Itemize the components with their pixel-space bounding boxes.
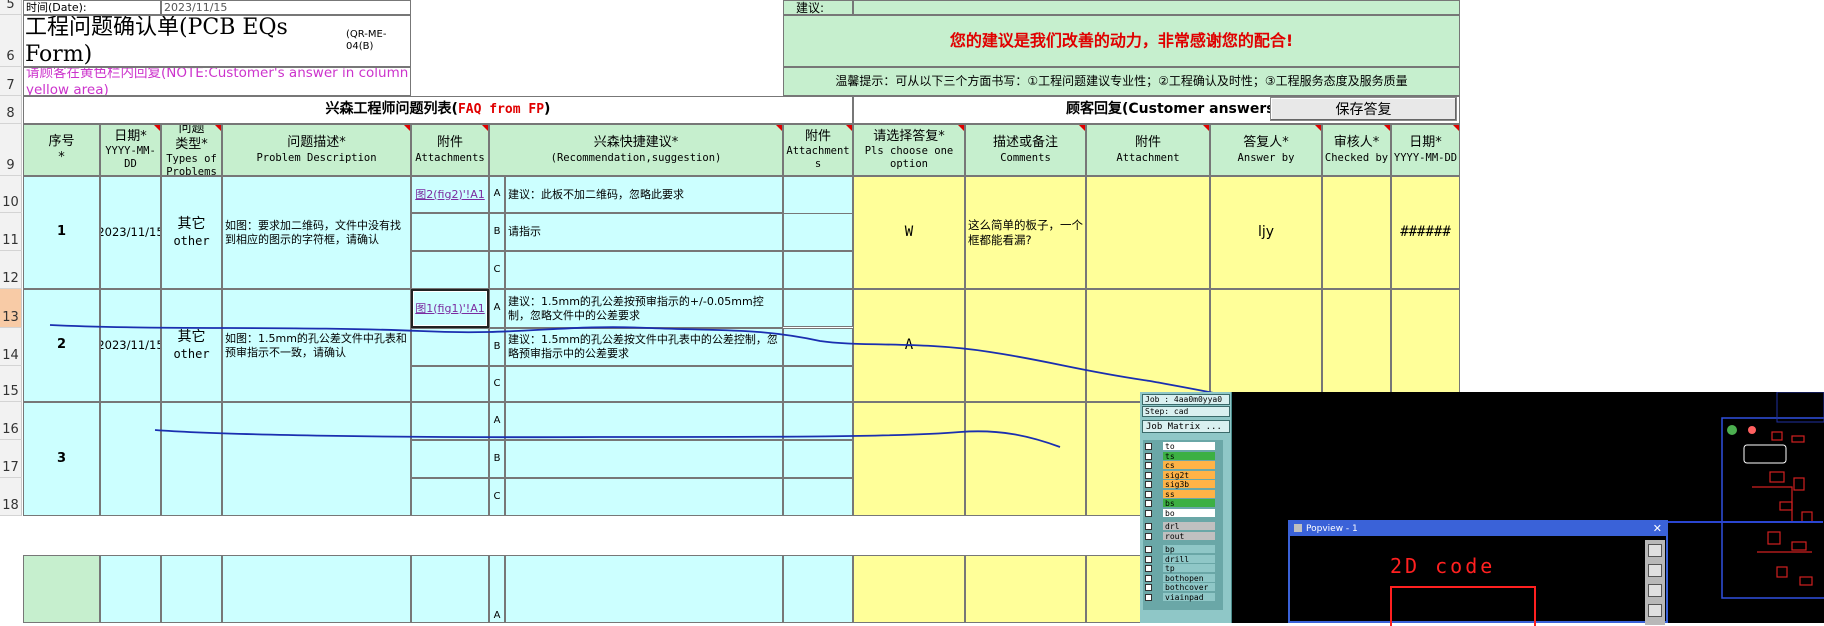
- layer-checkbox[interactable]: [1145, 509, 1152, 517]
- layer-checkbox[interactable]: [1145, 523, 1152, 530]
- layer-checkbox[interactable]: [1145, 584, 1152, 591]
- layer-checkbox[interactable]: [1145, 481, 1152, 488]
- layer-row-drill[interactable]: drill: [1143, 554, 1223, 564]
- layer-checkbox[interactable]: [1145, 565, 1152, 572]
- layer-name: cs: [1163, 461, 1215, 470]
- layer-row-bo[interactable]: bo: [1143, 508, 1223, 518]
- layer-row-bothcover[interactable]: bothcover: [1143, 583, 1223, 592]
- pan-tool-icon[interactable]: [1648, 584, 1662, 597]
- layer-row-drl[interactable]: drl: [1143, 522, 1223, 531]
- layer-row-sig2t[interactable]: sig2t: [1143, 470, 1223, 480]
- layer-list: to ts cs sig2t sig3b ss bs bo drl rout bp drill tp bo…: [1143, 440, 1223, 610]
- zoom-tool-icon[interactable]: [1648, 544, 1662, 557]
- layer-name: bp: [1163, 545, 1215, 554]
- layer-checkbox[interactable]: [1145, 532, 1152, 540]
- layer-name: tp: [1163, 564, 1215, 573]
- layer-name: ss: [1163, 489, 1215, 499]
- close-icon[interactable]: ✕: [1653, 522, 1662, 536]
- layer-name: sig2t: [1163, 470, 1215, 480]
- layer-checkbox[interactable]: [1145, 555, 1152, 563]
- print-tool-icon[interactable]: [1648, 604, 1662, 617]
- layer-row-bp[interactable]: bp: [1143, 545, 1223, 554]
- job-matrix-button[interactable]: Job Matrix ...: [1142, 420, 1230, 433]
- layer-checkbox[interactable]: [1145, 546, 1152, 553]
- app-icon: [1294, 524, 1302, 532]
- fit-tool-icon[interactable]: [1648, 564, 1662, 577]
- layer-row-tp[interactable]: tp: [1143, 564, 1223, 573]
- layer-checkbox[interactable]: [1145, 471, 1152, 479]
- layer-row-bothopen[interactable]: bothopen: [1143, 573, 1223, 583]
- pen-stroke-2: [154, 429, 1061, 448]
- layer-checkbox[interactable]: [1145, 593, 1152, 601]
- popview-window[interactable]: Popview - 1 ✕ 2D code: [1288, 520, 1668, 626]
- layer-row-to[interactable]: to: [1143, 442, 1223, 451]
- layer-checkbox[interactable]: [1145, 462, 1152, 469]
- layer-row-viainpad[interactable]: viainpad: [1143, 592, 1223, 602]
- popview-code-frame: [1390, 586, 1536, 626]
- popview-titlebar: Popview - 1 ✕: [1290, 522, 1666, 536]
- layer-checkbox[interactable]: [1145, 452, 1152, 460]
- layer-name: drill: [1163, 554, 1215, 564]
- layer-name: to: [1163, 442, 1215, 451]
- cad-step-field: Step: cad: [1142, 406, 1230, 417]
- layer-name: ts: [1163, 451, 1215, 461]
- layer-name: drl: [1163, 522, 1215, 531]
- layer-row-bs[interactable]: bs: [1143, 499, 1223, 508]
- cad-job-field: Job : 4aa0m0yya0: [1142, 394, 1230, 405]
- layer-name: rout: [1163, 531, 1215, 541]
- layer-row-ts[interactable]: ts: [1143, 451, 1223, 461]
- layer-row-cs[interactable]: cs: [1143, 461, 1223, 470]
- layer-checkbox[interactable]: [1145, 490, 1152, 498]
- popview-toolbar: [1645, 540, 1665, 625]
- layer-name: bs: [1163, 499, 1215, 508]
- layer-row-rout[interactable]: rout: [1143, 531, 1223, 541]
- layer-name: bo: [1163, 508, 1215, 518]
- cad-window[interactable]: Job : 4aa0m0yya0 Step: cad Job Matrix ..…: [1140, 392, 1824, 626]
- popview-2d-code-text: 2D code: [1390, 554, 1496, 578]
- layer-name: bothopen: [1163, 573, 1215, 583]
- layer-checkbox[interactable]: [1145, 574, 1152, 582]
- popview-title: Popview - 1: [1306, 524, 1358, 534]
- layer-name: sig3b: [1163, 480, 1215, 489]
- layer-checkbox[interactable]: [1145, 500, 1152, 507]
- layer-checkbox[interactable]: [1145, 443, 1152, 450]
- layer-row-sig3b[interactable]: sig3b: [1143, 480, 1223, 489]
- cad-layer-panel: Job : 4aa0m0yya0 Step: cad Job Matrix ..…: [1140, 392, 1232, 623]
- layer-name: bothcover: [1163, 583, 1215, 592]
- layer-row-ss[interactable]: ss: [1143, 489, 1223, 499]
- layer-name: viainpad: [1163, 592, 1215, 602]
